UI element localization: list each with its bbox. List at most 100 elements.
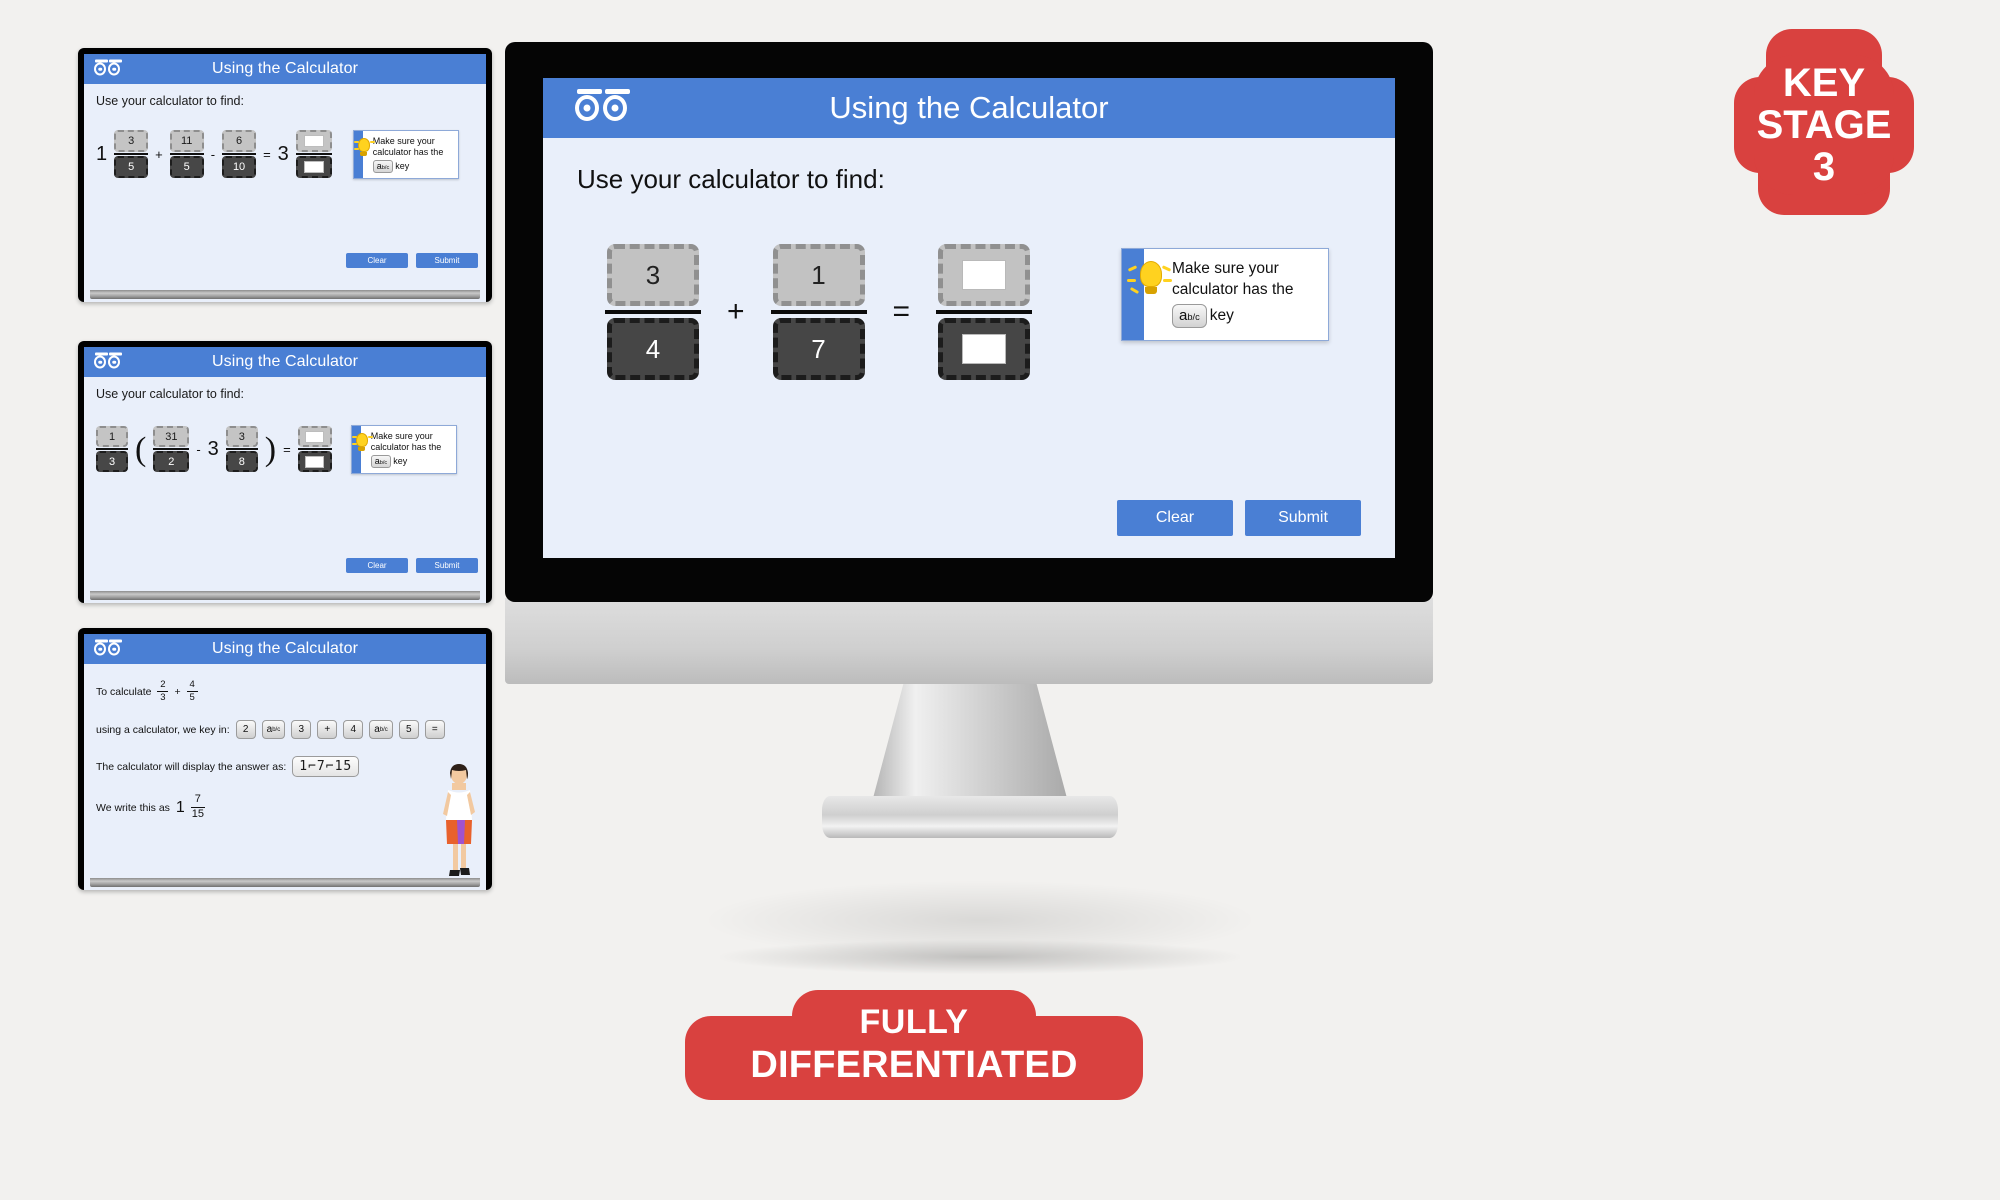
blank-box[interactable] bbox=[303, 135, 324, 148]
numerator[interactable]: 1 bbox=[772, 244, 865, 306]
thumb3-line-2: using a calculator, we key in: 2 a b/c 3 … bbox=[96, 720, 474, 740]
numerator[interactable]: 11 bbox=[169, 130, 204, 153]
fraction-bar bbox=[295, 153, 332, 156]
thumb3-line-4: We write this as 1 7 15 bbox=[96, 794, 474, 820]
monitor-neck bbox=[872, 684, 1068, 802]
teacher-figure-icon bbox=[443, 764, 475, 876]
thumb3-answer-fraction: 7 15 bbox=[190, 793, 205, 821]
thumb2-fraction-3[interactable]: 3 8 bbox=[225, 426, 258, 473]
denominator[interactable]: 5 bbox=[114, 156, 149, 179]
numerator[interactable]: 3 bbox=[225, 426, 258, 448]
thumb1-base-strip bbox=[90, 290, 480, 299]
fraction-bar bbox=[114, 153, 149, 156]
thumb1-hint-text: Make sure your calculator has the a b/c k… bbox=[372, 136, 444, 173]
hint-line-3-tail: key bbox=[393, 455, 408, 466]
main-buttons: Clear Submit bbox=[1117, 500, 1361, 536]
hint-line-3-tail: key bbox=[1209, 306, 1234, 324]
calc-key-abc-2[interactable]: a b/c bbox=[369, 720, 393, 740]
calculator-display: 1⌐7⌐15 bbox=[292, 756, 360, 778]
abc-key-icon: a b/c bbox=[1172, 303, 1207, 329]
thumb1-clear-button[interactable]: Clear bbox=[346, 253, 408, 268]
thumb1-buttons: Clear Submit bbox=[346, 253, 478, 268]
blank-box[interactable] bbox=[305, 430, 325, 443]
answer-numerator-input[interactable] bbox=[295, 130, 332, 153]
denominator[interactable]: 5 bbox=[169, 156, 204, 179]
fraction-bar bbox=[222, 153, 257, 156]
calc-key-5[interactable]: 5 bbox=[398, 720, 419, 740]
numerator[interactable]: 1 bbox=[96, 426, 128, 448]
thumb2-title: Using the Calculator bbox=[211, 353, 359, 370]
calc-key-2[interactable]: 2 bbox=[235, 720, 256, 740]
main-fraction-2[interactable]: 1 7 bbox=[770, 244, 867, 380]
calc-key-3[interactable]: 3 bbox=[291, 720, 312, 740]
calc-key-4[interactable]: 4 bbox=[343, 720, 364, 740]
main-prompt: Use your calculator to find: bbox=[577, 164, 885, 194]
answer-denominator-input[interactable] bbox=[295, 156, 332, 179]
thumb3-line4-label: We write this as bbox=[96, 801, 170, 814]
slide-thumbnail-2[interactable]: Using the Calculator Use your calculator… bbox=[78, 341, 492, 603]
numerator[interactable]: 6 bbox=[222, 130, 257, 153]
abc-key-icon: a b/c bbox=[372, 159, 394, 173]
submit-button[interactable]: Submit bbox=[1245, 500, 1361, 536]
binocular-eyes-logo-icon bbox=[94, 59, 122, 76]
numerator[interactable]: 31 bbox=[153, 426, 190, 448]
hint-line-2: calculator has the bbox=[372, 147, 444, 158]
denominator[interactable]: 2 bbox=[153, 451, 190, 473]
thumb1-fraction-1[interactable]: 3 5 bbox=[114, 130, 149, 179]
thumb1-hint-box: Make sure your calculator has the a b/c k… bbox=[352, 130, 459, 179]
numerator[interactable]: 3 bbox=[114, 130, 149, 153]
thumb1-answer-fraction[interactable] bbox=[295, 130, 332, 179]
thumb2-expression: 1 3 ( 31 2 - 3 3 8) = Make sure your ca… bbox=[96, 425, 474, 474]
fraction-bar bbox=[936, 310, 1033, 314]
key-stage-badge: KEY STAGE 3 bbox=[1734, 29, 1914, 215]
main-fraction-1[interactable]: 3 4 bbox=[605, 244, 701, 380]
blank-box[interactable] bbox=[305, 455, 325, 468]
answer-numerator-input[interactable] bbox=[297, 426, 332, 448]
differentiated-line-1: FULLY bbox=[859, 1003, 969, 1041]
numerator[interactable]: 3 bbox=[607, 244, 699, 306]
answer-denominator-input[interactable] bbox=[297, 451, 332, 473]
answer-denominator-input[interactable] bbox=[938, 318, 1031, 380]
answer-numerator-input[interactable] bbox=[938, 244, 1031, 306]
thumb2-submit-button[interactable]: Submit bbox=[416, 558, 478, 573]
slide-thumbnail-1[interactable]: Using the Calculator Use your calculator… bbox=[78, 48, 492, 302]
denominator[interactable]: 4 bbox=[607, 318, 699, 380]
thumb2-buttons: Clear Submit bbox=[346, 558, 478, 573]
thumb2-answer-fraction[interactable] bbox=[297, 426, 332, 473]
clear-button[interactable]: Clear bbox=[1117, 500, 1233, 536]
fully-differentiated-badge: FULLY DIFFERENTIATED bbox=[685, 990, 1143, 1100]
key-stage-line-2: STAGE bbox=[1756, 103, 1892, 147]
thumb2-clear-button[interactable]: Clear bbox=[346, 558, 408, 573]
thumb2-fraction-1[interactable]: 1 3 bbox=[96, 426, 128, 473]
denominator[interactable]: 8 bbox=[225, 451, 258, 473]
thumb1-fraction-2[interactable]: 11 5 bbox=[169, 130, 204, 179]
thumb1-title-bar: Using the Calculator bbox=[84, 54, 486, 84]
thumb3-line2-label: using a calculator, we key in: bbox=[96, 723, 230, 736]
denominator[interactable]: 10 bbox=[222, 156, 257, 179]
blank-box[interactable] bbox=[962, 260, 1007, 290]
thumb2-fraction-2[interactable]: 31 2 bbox=[153, 426, 190, 473]
main-hint-box: Make sure your calculator has the a b/c k… bbox=[1121, 248, 1329, 342]
blank-box[interactable] bbox=[303, 161, 324, 174]
calc-key-equals[interactable]: = bbox=[424, 720, 445, 740]
thumb1-submit-button[interactable]: Submit bbox=[416, 253, 478, 268]
calc-key-plus[interactable]: + bbox=[317, 720, 338, 740]
blank-box[interactable] bbox=[962, 334, 1007, 364]
denominator[interactable]: 3 bbox=[96, 451, 128, 473]
slide-thumbnail-3[interactable]: Using the Calculator To calculate 2 3 + … bbox=[78, 628, 492, 890]
thumb3-fraction-b: 4 5 bbox=[186, 680, 198, 703]
fraction-bar bbox=[605, 310, 701, 314]
abc-key-icon: a b/c bbox=[370, 454, 392, 468]
thumb1-whole-left: 1 bbox=[96, 142, 108, 165]
thumb2-whole: 3 bbox=[207, 437, 219, 460]
calc-key-abc[interactable]: a b/c bbox=[261, 720, 286, 740]
main-hint-text: Make sure your calculator has the a b/c k… bbox=[1172, 259, 1294, 329]
thumb1-result-whole: 3 bbox=[277, 142, 289, 165]
fraction-bar bbox=[225, 448, 258, 451]
key-stage-line-1: KEY bbox=[1782, 61, 1866, 105]
differentiated-line-2: DIFFERENTIATED bbox=[750, 1044, 1078, 1086]
operator-plus: + bbox=[727, 295, 745, 328]
denominator[interactable]: 7 bbox=[772, 318, 865, 380]
main-answer-fraction[interactable] bbox=[936, 244, 1033, 380]
thumb1-fraction-3[interactable]: 6 10 bbox=[222, 130, 257, 179]
